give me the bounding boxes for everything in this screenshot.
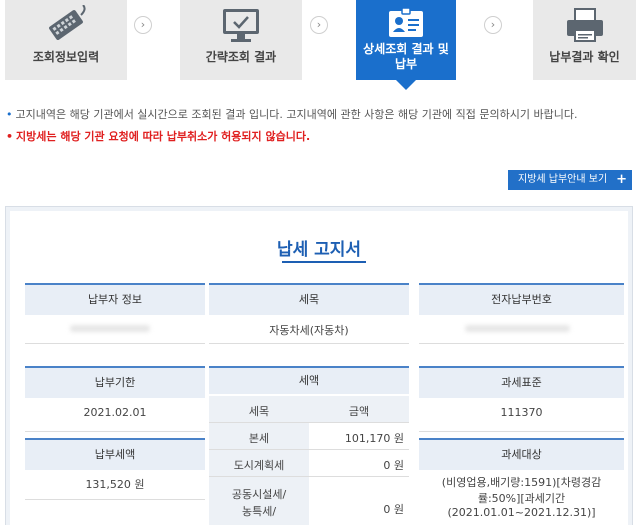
- chevron-right-icon: ›: [484, 16, 502, 34]
- step-label: 조회정보입력: [32, 50, 100, 64]
- step-brief-result: 간략조회 결과: [180, 0, 302, 80]
- step-payment-result: 납부결과 확인: [533, 0, 636, 80]
- header-due-date: 납부기한: [25, 366, 205, 398]
- keyboard-icon: [49, 5, 86, 40]
- local-tax-guide-button[interactable]: 지방세 납부안내 보기 +: [508, 170, 632, 190]
- tax-notice-panel: 납세 고지서 납부자 정보 세목 전자납부번호 자동차세(자동차) 납부기한 세…: [5, 206, 633, 525]
- breakdown-item: 본세: [248, 432, 270, 445]
- printer-icon: [566, 8, 603, 42]
- header-tax-base: 과세표준: [419, 366, 624, 398]
- header-tax-amount: 세액: [209, 366, 409, 394]
- guide-button-label: 지방세 납부안내 보기: [518, 174, 608, 185]
- tax-notice-title: 납세 고지서: [276, 240, 362, 260]
- row-divider: [419, 431, 624, 432]
- header-payer-info: 납부자 정보: [25, 283, 205, 315]
- row-divider: [25, 499, 205, 500]
- breakdown-item: 공동시설세/ 농특세/: [231, 488, 287, 518]
- step-label: 상세조회 결과 및 납부: [356, 42, 456, 72]
- row-divider: [209, 343, 409, 344]
- payer-info-masked: [70, 325, 150, 332]
- header-tax-object: 과세대상: [419, 438, 624, 470]
- breakdown-amount: 0 원: [383, 503, 404, 516]
- row-divider: [25, 431, 205, 432]
- step-input-info: 조회정보입력: [5, 0, 127, 80]
- row-divider: [25, 343, 205, 344]
- breakdown-col-amount: 금액: [348, 405, 370, 418]
- breakdown-amount: 0 원: [383, 459, 404, 472]
- header-epay-number: 전자납부번호: [419, 283, 624, 315]
- plus-icon: +: [616, 172, 627, 187]
- info-notice-text: 고지내역은 해당 기관에서 실시간으로 조회된 결과 입니다. 고지내역에 관한…: [15, 108, 578, 121]
- chevron-right-icon: ›: [310, 16, 328, 34]
- info-notice: • 고지내역은 해당 기관에서 실시간으로 조회된 결과 입니다. 고지내역에 관…: [6, 108, 577, 122]
- tax-item-value: 자동차세(자동차): [269, 324, 349, 337]
- header-pay-amount: 납부세액: [25, 438, 205, 470]
- step-label: 납부결과 확인: [549, 50, 620, 64]
- tax-object-line1: (비영업용,배기량:1591)[차령경감: [441, 476, 602, 489]
- tax-notice-inner: 납세 고지서 납부자 정보 세목 전자납부번호 자동차세(자동차) 납부기한 세…: [10, 211, 628, 525]
- title-underline: [282, 261, 366, 263]
- bullet-icon: •: [6, 108, 13, 121]
- pay-amount-value: 131,520 원: [85, 478, 145, 491]
- id-card-icon: [389, 7, 423, 37]
- row-divider: [419, 343, 624, 344]
- breakdown-amount: 101,170 원: [344, 432, 404, 445]
- step-detail-result: 상세조회 결과 및 납부: [356, 0, 456, 80]
- bullet-icon: •: [6, 130, 14, 143]
- chevron-right-icon: ›: [134, 16, 152, 34]
- warning-notice-text: 지방세는 해당 기관 요청에 따라 납부취소가 허용되지 않습니다.: [16, 130, 311, 143]
- tax-object-line2: 률:50%][과세기간(2021.01.01~2021.12.31)]: [447, 492, 596, 519]
- breakdown-col-item: 세목: [248, 405, 270, 418]
- due-date-value: 2021.02.01: [83, 406, 147, 419]
- tax-base-value: 111370: [500, 406, 543, 419]
- monitor-check-icon: [223, 9, 259, 42]
- step-label: 간략조회 결과: [205, 50, 277, 64]
- epay-number-masked: [465, 325, 570, 332]
- step-label-text: 상세조회 결과 및 납부: [363, 42, 449, 71]
- warning-notice: • 지방세는 해당 기관 요청에 따라 납부취소가 허용되지 않습니다.: [6, 130, 310, 144]
- breakdown-item: 도시계획세: [233, 459, 285, 472]
- step-progress-bar: 조회정보입력 › 간략조회 결과 › 상세조회 결과 및 납부 › 납부결과 확…: [0, 0, 640, 92]
- header-tax-item: 세목: [209, 283, 409, 315]
